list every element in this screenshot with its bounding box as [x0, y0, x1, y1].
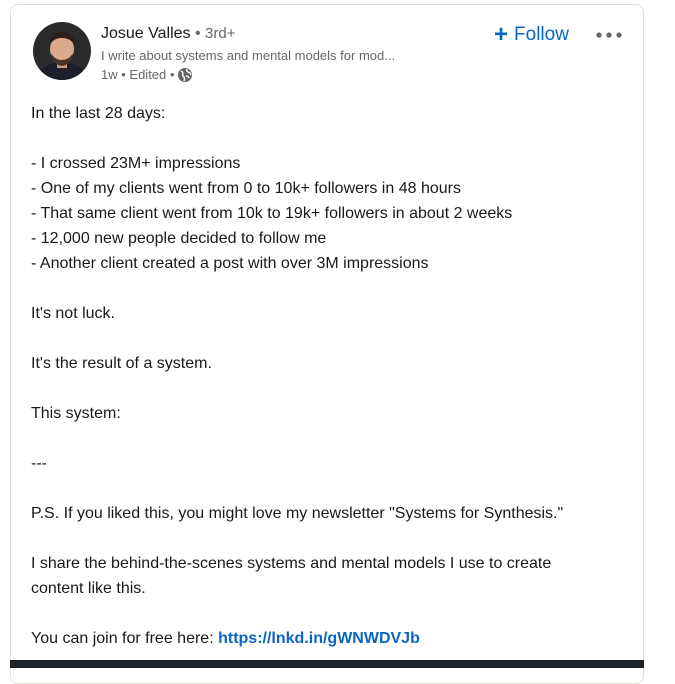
post-line: [31, 526, 631, 551]
globe-icon: [177, 67, 193, 83]
post-line: - I crossed 23M+ impressions: [31, 155, 241, 172]
post-line: - That same client went from 10k to 19k+…: [31, 205, 513, 222]
post-line: - 12,000 new people decided to follow me: [31, 230, 327, 247]
post-line: content like this.: [31, 580, 146, 597]
author-name[interactable]: Josue Valles: [101, 25, 191, 42]
separator: •: [194, 25, 201, 42]
post-card: Josue Valles • 3rd+ I write about system…: [10, 4, 644, 684]
post-line: It's the result of a system.: [31, 355, 212, 372]
post-line: This system:: [31, 405, 121, 422]
post-line: I share the behind-the-scenes systems an…: [31, 555, 552, 572]
post-line: [31, 276, 631, 301]
post-line: [31, 476, 631, 501]
post-line: [31, 326, 631, 351]
connection-degree: 3rd+: [205, 25, 236, 42]
post-line: It's not luck.: [31, 305, 115, 322]
name-row: Josue Valles • 3rd+: [101, 25, 395, 43]
bottom-bar: [10, 660, 644, 668]
post-time: 1w: [101, 67, 118, 82]
follow-button[interactable]: + Follow: [490, 19, 573, 51]
edited-label: Edited: [129, 67, 167, 82]
join-line: You can join for free here: https://lnkd…: [31, 626, 631, 651]
meta-dot-3: •: [169, 67, 175, 82]
post-meta: 1w • Edited •: [101, 67, 395, 83]
post-line: [31, 376, 631, 401]
post-line: In the last 28 days:: [31, 105, 166, 122]
post-line: [31, 126, 631, 151]
avatar-image: [33, 22, 91, 80]
newsletter-link[interactable]: https://lnkd.in/gWNWDVJb: [218, 630, 420, 647]
avatar[interactable]: [33, 22, 91, 80]
more-icon: [596, 32, 622, 38]
post-header: Josue Valles • 3rd+ I write about system…: [101, 25, 395, 83]
author-headline: I write about systems and mental models …: [101, 48, 396, 63]
post-line: P.S. If you liked this, you might love m…: [31, 505, 564, 522]
join-text: You can join for free here:: [31, 630, 219, 647]
post-line: [31, 601, 631, 626]
post-line: [31, 426, 631, 451]
post-body: In the last 28 days: - I crossed 23M+ im…: [31, 101, 631, 651]
post-line: - One of my clients went from 0 to 10k+ …: [31, 180, 461, 197]
meta-dot: •: [117, 67, 130, 82]
post-line: - Another client created a post with ove…: [31, 255, 429, 272]
more-options-button[interactable]: [591, 21, 627, 49]
post-line: ---: [31, 455, 47, 472]
follow-label: Follow: [514, 24, 569, 45]
plus-icon: +: [494, 21, 509, 48]
